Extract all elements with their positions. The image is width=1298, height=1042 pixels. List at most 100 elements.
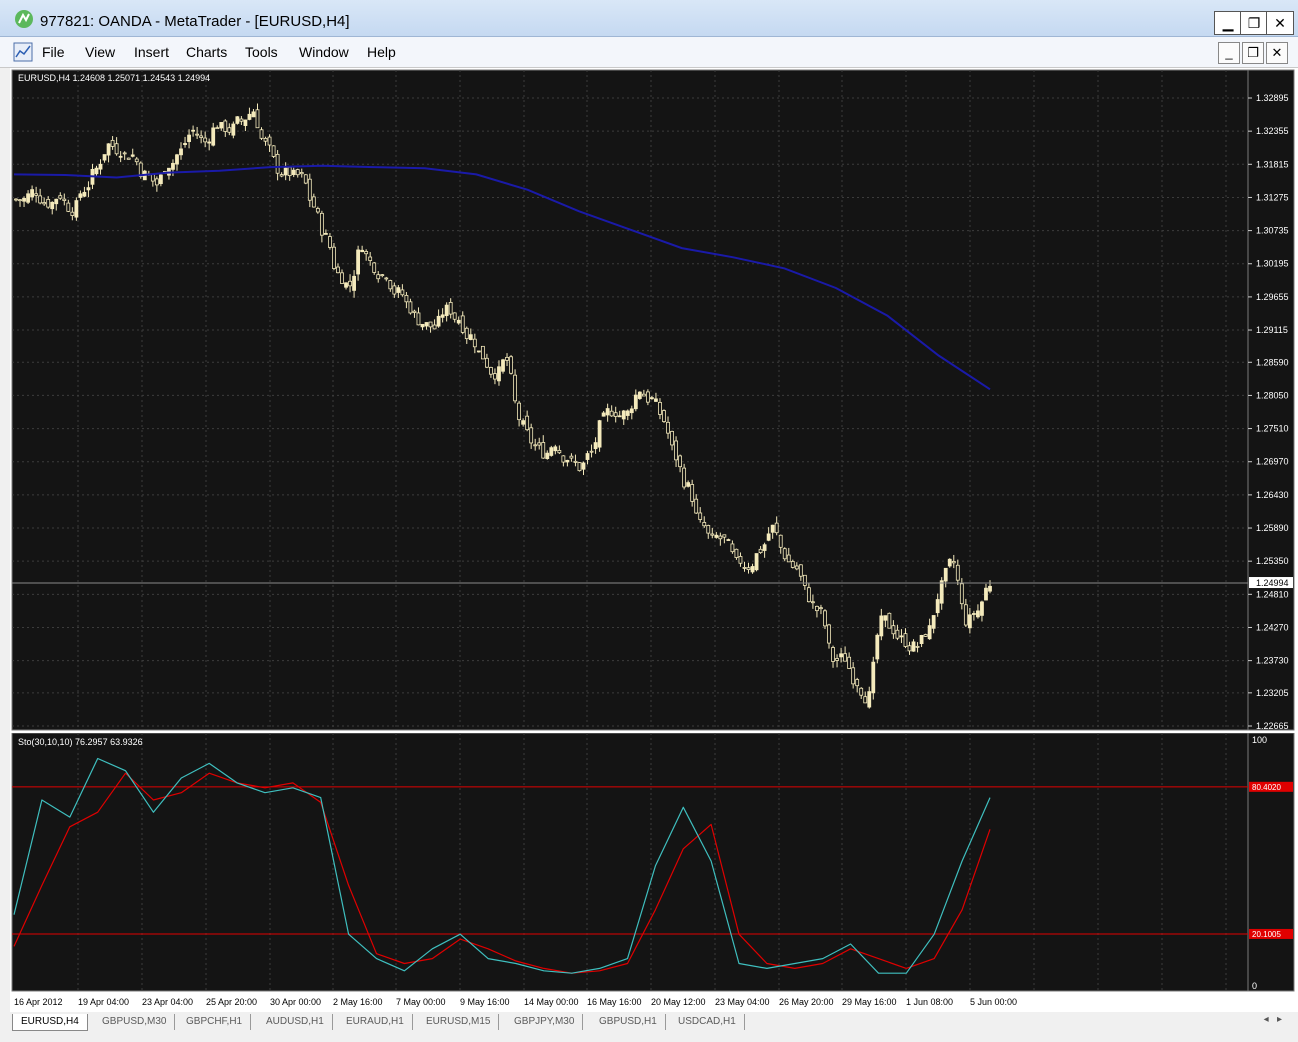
- menu-view[interactable]: View: [85, 44, 115, 60]
- bull-candle: [637, 391, 642, 399]
- menu-window[interactable]: Window: [299, 44, 349, 60]
- bear-candle: [432, 324, 437, 330]
- close-button[interactable]: ✕: [1266, 11, 1294, 35]
- bull-candle: [976, 610, 980, 618]
- bull-candle: [344, 282, 348, 288]
- price-tick-label: 1.24270: [1256, 622, 1289, 632]
- bear-candle: [34, 193, 39, 196]
- bull-candle: [207, 141, 212, 144]
- chart-tab[interactable]: GBPCHF,H1: [178, 1014, 252, 1030]
- bear-candle: [645, 391, 650, 403]
- title-bar: 977821: OANDA - MetaTrader - [EURUSD,H4]…: [0, 0, 1298, 37]
- bear-candle: [448, 302, 453, 315]
- bull-candle: [899, 635, 904, 638]
- bull-candle: [26, 193, 30, 203]
- chart-tab[interactable]: AUDUSD,H1: [258, 1014, 333, 1030]
- minimize-button[interactable]: ▁: [1214, 11, 1242, 35]
- bull-candle: [251, 111, 256, 118]
- chart-tab[interactable]: EURUSD,M15: [418, 1014, 500, 1030]
- bear-candle: [815, 605, 819, 612]
- bear-candle: [557, 450, 562, 454]
- bear-candle: [786, 554, 791, 563]
- mdi-restore-button[interactable]: ❐: [1242, 42, 1264, 64]
- bear-candle: [380, 274, 385, 277]
- bull-candle: [521, 420, 526, 425]
- menu-help[interactable]: Help: [367, 44, 396, 60]
- bull-candle: [750, 566, 755, 573]
- chart-tab[interactable]: GBPJPY,M30: [506, 1014, 584, 1030]
- bull-candle: [927, 625, 932, 640]
- bear-candle: [573, 460, 578, 463]
- price-tick-label: 1.31815: [1256, 159, 1289, 169]
- bear-candle: [722, 534, 727, 538]
- bull-candle: [130, 154, 135, 157]
- chart-tab[interactable]: USDCAD,H1: [670, 1014, 745, 1030]
- chart-document-icon[interactable]: [12, 41, 34, 63]
- stochastic-chart[interactable]: 80.4020 20.1005 100 0 16 Apr 2012 19 Apr 04:0…: [10, 733, 1298, 1010]
- bull-candle: [935, 599, 940, 614]
- bear-candle: [38, 195, 43, 204]
- window-title: 977821: OANDA - MetaTrader - [EURUSD,H4]: [40, 13, 350, 30]
- bear-candle: [480, 345, 485, 360]
- chart-tab[interactable]: GBPUSD,M30: [94, 1014, 176, 1030]
- bear-candle: [364, 251, 369, 255]
- bull-candle: [78, 193, 83, 198]
- bull-candle: [497, 366, 501, 382]
- bull-candle: [396, 287, 401, 293]
- price-tick-label: 1.27510: [1256, 424, 1289, 434]
- bear-candle: [577, 462, 582, 472]
- bear-candle: [263, 137, 268, 142]
- bear-candle: [734, 548, 739, 558]
- bull-candle: [766, 533, 771, 541]
- restore-button[interactable]: ❐: [1240, 11, 1268, 35]
- mdi-close-button[interactable]: ✕: [1266, 42, 1288, 64]
- price-chart[interactable]: 1.32895 1.32355 1.31815 1.31275 1.30735 1.301…: [10, 68, 1298, 732]
- bull-candle: [633, 394, 638, 410]
- bull-candle: [947, 558, 952, 567]
- price-tick-label: 1.30195: [1256, 259, 1289, 269]
- menu-charts[interactable]: Charts: [186, 44, 227, 60]
- bull-candle: [22, 197, 26, 202]
- bear-candle: [525, 415, 530, 431]
- bear-candle: [561, 455, 566, 463]
- bull-candle: [291, 169, 296, 176]
- bull-candle: [650, 397, 654, 400]
- bear-candle: [412, 310, 417, 313]
- chart-tab-bar: ◂ ▸ EURUSD,H4 GBPUSD,M30 GBPCHF,H1 AUDUSD,H…: [0, 1012, 1298, 1042]
- bear-candle: [923, 634, 928, 637]
- bear-candle: [678, 455, 682, 468]
- bull-candle: [352, 275, 356, 291]
- price-tick-label: 1.25350: [1256, 556, 1289, 566]
- bear-candle: [670, 430, 674, 446]
- bear-candle: [963, 604, 968, 626]
- price-tick-label: 1.30735: [1256, 226, 1289, 236]
- price-tick-label: 1.23730: [1256, 656, 1289, 666]
- bull-candle: [911, 641, 916, 652]
- tab-scroll-arrows[interactable]: ◂ ▸: [1264, 1014, 1282, 1025]
- bear-candle: [239, 118, 244, 122]
- chart-tab[interactable]: EURUSD,H4: [12, 1014, 88, 1031]
- bull-candle: [50, 201, 55, 210]
- mdi-minimize-button[interactable]: _: [1218, 42, 1240, 64]
- menu-file[interactable]: File: [42, 44, 65, 60]
- bull-candle: [179, 148, 183, 156]
- bear-candle: [46, 198, 51, 208]
- bull-candle: [158, 174, 163, 185]
- bull-candle: [605, 408, 610, 416]
- bull-candle: [324, 233, 328, 235]
- metatrader-app-icon: [15, 10, 33, 28]
- chart-tab[interactable]: GBPUSD,H1: [591, 1014, 666, 1030]
- bear-candle: [843, 653, 848, 662]
- bull-candle: [839, 653, 843, 658]
- price-tick-label: 1.22665: [1256, 721, 1289, 731]
- bear-candle: [472, 338, 477, 348]
- menu-insert[interactable]: Insert: [134, 44, 169, 60]
- bear-candle: [428, 321, 433, 328]
- bull-candle: [175, 154, 179, 165]
- bear-candle: [279, 174, 284, 177]
- bull-candle: [984, 587, 988, 601]
- menu-tools[interactable]: Tools: [245, 44, 278, 60]
- price-tick-label: 1.26430: [1256, 490, 1289, 500]
- bear-candle: [267, 136, 272, 146]
- chart-tab[interactable]: EURAUD,H1: [338, 1014, 413, 1030]
